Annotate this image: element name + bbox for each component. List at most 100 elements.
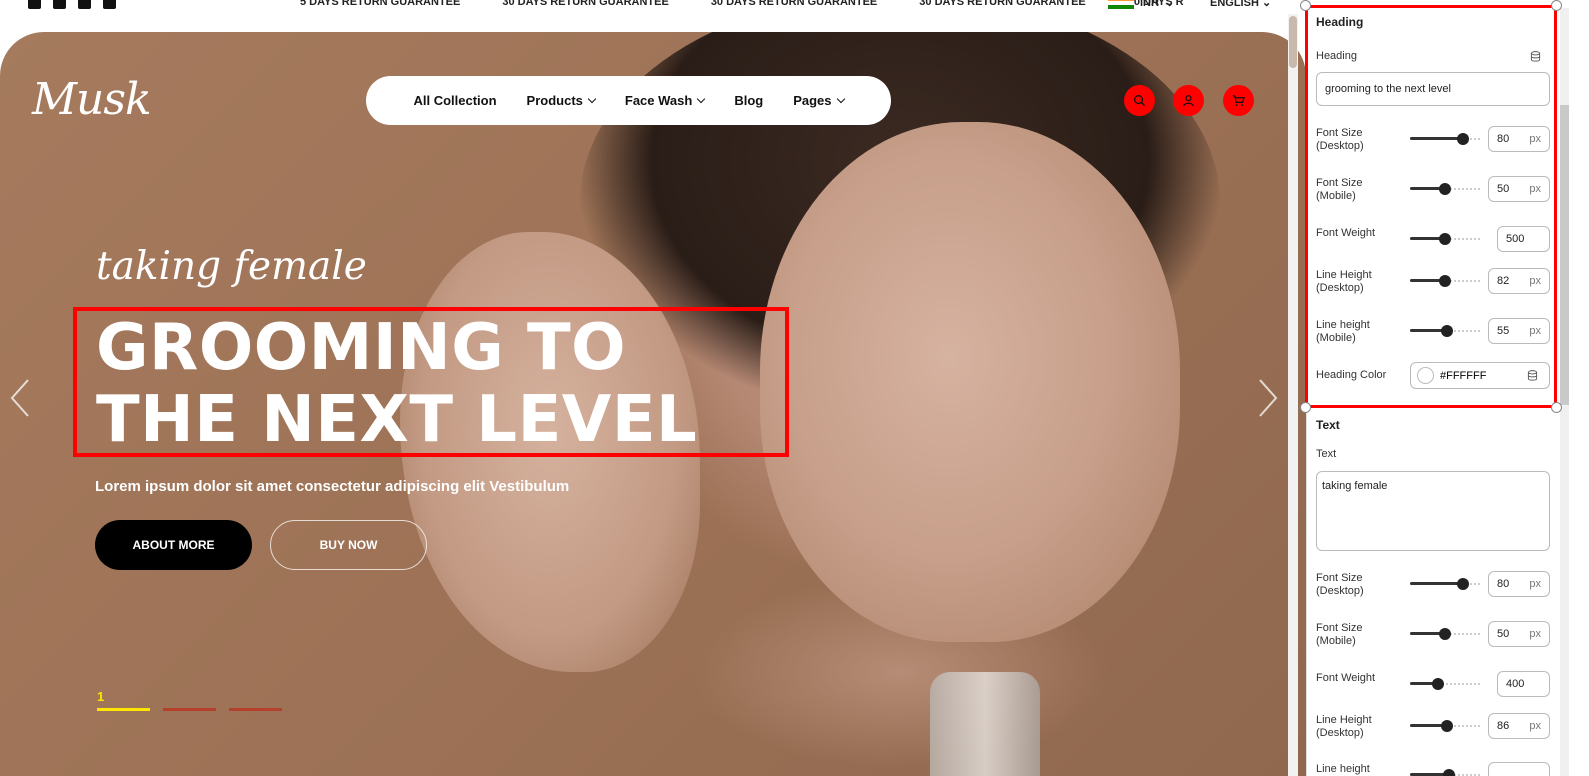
about-more-button[interactable]: ABOUT MORE [95,520,252,570]
value-text: 55 [1497,325,1510,337]
store-preview: 5 DAYS RETURN GUARANTEE 30 DAYS RETURN G… [0,0,1310,776]
page-root: 5 DAYS RETURN GUARANTEE 30 DAYS RETURN G… [0,0,1589,776]
x-icon[interactable] [103,0,116,9]
prev-slide-arrow[interactable] [9,378,31,418]
heading-slider[interactable] [1410,275,1480,287]
india-flag-icon [1108,0,1134,9]
heading-value-input[interactable]: 82 px [1488,268,1550,294]
text-value-input[interactable] [1488,762,1550,776]
nav-label: Pages [793,93,832,108]
text-slider[interactable] [1410,720,1480,732]
hero-image-bottle [930,672,1040,776]
text-setting-label: Font Size (Mobile) [1316,622,1363,647]
facebook-icon[interactable] [28,0,41,9]
account-button[interactable] [1173,85,1204,116]
text-slider[interactable] [1410,578,1480,590]
language-selector[interactable]: ENGLISH ⌄ [1210,0,1271,9]
resize-handle[interactable] [1551,402,1562,413]
site-logo[interactable]: Musk [32,74,152,125]
heading-slider[interactable] [1410,183,1480,195]
database-icon[interactable] [1530,51,1541,62]
cart-button[interactable] [1223,85,1254,116]
nav-face-wash[interactable]: Face Wash [625,93,706,108]
slider-knob[interactable] [1442,769,1455,776]
text-value-input[interactable]: 50 px [1488,621,1550,647]
chevron-down-icon [836,94,845,104]
text-slider[interactable] [1410,628,1480,640]
linkedin-icon[interactable] [78,0,91,9]
text-setting-label: Font Weight [1316,672,1376,684]
heading-setting-label: Font Size (Mobile) [1316,177,1363,202]
heading-value-input[interactable]: 55 px [1488,318,1550,344]
color-value[interactable]: #FFFFFF [1440,370,1486,382]
nav-all-collection[interactable]: All Collection [413,93,496,108]
text-value-input[interactable]: 86 px [1488,713,1550,739]
value-text: 50 [1497,183,1510,195]
heading-input[interactable]: grooming to the next level [1316,72,1550,106]
slider-knob[interactable] [1439,628,1451,640]
heading-value-input[interactable]: 500 [1497,226,1550,252]
resize-handle[interactable] [1551,0,1562,11]
heading-value-input[interactable]: 80 px [1488,126,1550,152]
buy-now-button[interactable]: BUY NOW [270,520,427,570]
search-icon [1134,95,1146,107]
slider-knob[interactable] [1456,133,1469,145]
next-slide-arrow[interactable] [1257,378,1279,418]
chevron-left-icon [10,379,29,417]
unit-label: px [1529,133,1541,145]
currency-selector[interactable]: INR ⌄ [1108,0,1174,9]
preview-scroll-thumb[interactable] [1289,16,1297,68]
heading-setting-label: Font Size (Desktop) [1316,127,1364,152]
slide-indicator[interactable] [163,708,216,711]
nav-label: Blog [734,93,764,108]
value-text: 80 [1497,133,1510,145]
nav-label: All Collection [413,93,497,108]
slider-knob[interactable] [1441,720,1454,732]
user-icon [1183,95,1194,107]
main-nav: All Collection Products Face Wash Blog P… [366,76,891,125]
slide-indicator[interactable] [229,708,282,711]
instagram-icon[interactable] [53,0,66,9]
text-setting-label: Line Height (Desktop) [1316,714,1372,739]
slider-knob[interactable] [1439,275,1451,287]
unit-label: px [1529,275,1541,287]
heading-setting-label: Line height (Mobile) [1316,319,1370,344]
preview-scrollbar[interactable] [1288,14,1298,776]
panel-scroll-thumb[interactable] [1560,105,1569,405]
text-value-input[interactable]: 80 px [1488,571,1550,597]
slider-knob[interactable] [1441,325,1454,337]
chevron-down-icon: ⌄ [1164,0,1175,9]
slider-fill [1410,137,1463,140]
slider-knob[interactable] [1432,678,1444,690]
slider-knob[interactable] [1439,233,1451,245]
heading-value-input[interactable]: 50 px [1488,176,1550,202]
announcement-bar: 5 DAYS RETURN GUARANTEE 30 DAYS RETURN G… [0,0,1310,16]
heading-slider[interactable] [1410,133,1480,145]
text-setting-label: Line height [1316,763,1370,775]
resize-handle[interactable] [1300,0,1311,11]
heading-field-label: Heading [1316,50,1357,62]
heading-section-title: Heading [1316,15,1364,29]
nav-label: Products [526,93,583,108]
resize-handle[interactable] [1300,402,1311,413]
text-textarea[interactable]: taking female [1316,471,1550,551]
nav-products[interactable]: Products [526,93,597,108]
slide-indicator-active[interactable] [97,708,150,711]
heading-slider[interactable] [1410,325,1480,337]
color-swatch[interactable] [1417,367,1434,384]
database-icon[interactable] [1527,370,1538,381]
search-button[interactable] [1124,85,1155,116]
nav-pages[interactable]: Pages [793,93,845,108]
hero-subtitle: taking female [96,244,367,289]
slider-knob[interactable] [1456,578,1469,590]
slider-knob[interactable] [1439,183,1451,195]
value-text: 82 [1497,275,1510,287]
language-label: ENGLISH [1210,0,1259,9]
heading-slider[interactable] [1410,233,1480,245]
text-value-input[interactable]: 400 [1497,671,1550,697]
text-slider[interactable] [1410,678,1480,690]
text-slider[interactable] [1410,769,1480,776]
nav-blog[interactable]: Blog [734,93,763,108]
hero-heading[interactable]: GROOMING TO THE NEXT LEVEL [96,312,786,456]
unit-label: px [1529,720,1541,732]
